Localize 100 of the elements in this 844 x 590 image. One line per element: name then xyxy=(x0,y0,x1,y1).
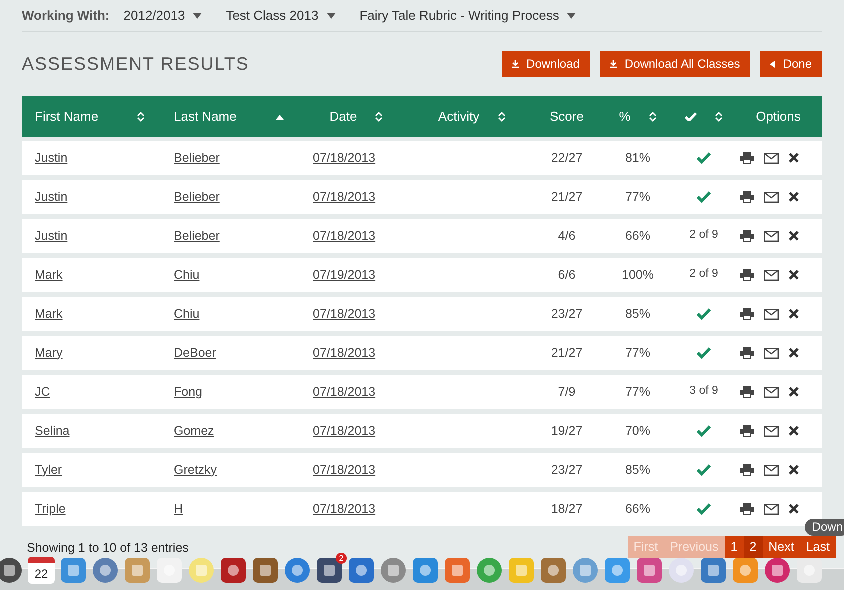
last-name-link[interactable]: H xyxy=(174,502,184,516)
date-link[interactable]: 07/18/2013 xyxy=(313,306,376,321)
date-link[interactable]: 07/18/2013 xyxy=(313,150,376,165)
column-header[interactable]: Score xyxy=(550,106,584,126)
mail-icon[interactable] xyxy=(764,152,779,164)
app-icon[interactable] xyxy=(764,557,791,584)
app-icon[interactable] xyxy=(636,557,663,584)
action-button[interactable]: Download xyxy=(502,51,590,77)
selector-dropdown[interactable]: Fairy Tale Rubric - Writing Process xyxy=(360,6,576,26)
print-icon[interactable] xyxy=(740,308,754,320)
mail-icon[interactable] xyxy=(764,464,779,476)
sort-icon[interactable] xyxy=(375,112,384,122)
mail-icon[interactable] xyxy=(764,270,779,280)
app-icon[interactable] xyxy=(252,557,279,584)
percent-cell: 70% xyxy=(625,424,651,438)
score-cell: 7/9 xyxy=(558,384,576,399)
print-icon[interactable] xyxy=(740,152,754,164)
last-name-link[interactable]: Chiu xyxy=(174,306,200,321)
first-name-link[interactable]: Triple xyxy=(35,502,66,516)
close-icon[interactable] xyxy=(789,504,799,514)
date-link[interactable]: 07/18/2013 xyxy=(313,424,376,438)
app-icon[interactable] xyxy=(284,557,311,584)
selector-dropdown[interactable]: Test Class 2013 xyxy=(226,6,336,26)
first-name-link[interactable]: JC xyxy=(35,384,50,399)
sort-icon[interactable] xyxy=(715,112,723,122)
mail-icon[interactable] xyxy=(764,386,779,398)
first-name-link[interactable]: Selina xyxy=(35,424,70,438)
print-icon[interactable] xyxy=(740,464,754,476)
sort-icon[interactable] xyxy=(498,112,506,122)
close-icon[interactable] xyxy=(789,465,799,475)
mail-icon[interactable] xyxy=(764,230,779,242)
last-name-link[interactable]: Belieber xyxy=(174,190,220,204)
last-name-link[interactable]: Belieber xyxy=(174,228,220,243)
score-cell: 22/27 xyxy=(551,150,583,165)
checkmark-icon xyxy=(697,191,711,203)
print-icon[interactable] xyxy=(740,503,754,515)
mail-icon[interactable] xyxy=(764,348,779,358)
first-name-link[interactable]: Mark xyxy=(35,268,63,282)
mail-icon[interactable] xyxy=(764,308,779,320)
action-button[interactable]: Download All Classes xyxy=(600,51,750,77)
date-link[interactable]: 07/18/2013 xyxy=(313,190,376,204)
close-icon[interactable] xyxy=(789,153,799,163)
last-name-link[interactable]: Belieber xyxy=(174,150,220,165)
app-icon[interactable] xyxy=(92,557,119,584)
last-name-link[interactable]: Gomez xyxy=(174,424,214,438)
print-icon[interactable] xyxy=(740,191,754,203)
mail-icon[interactable] xyxy=(764,426,779,436)
column-header[interactable]: Date xyxy=(330,106,358,126)
print-icon[interactable] xyxy=(740,386,754,398)
column-header[interactable]: Options xyxy=(756,106,801,126)
print-icon[interactable] xyxy=(740,230,754,242)
last-name-link[interactable]: Gretzky xyxy=(174,462,218,477)
app-icon[interactable] xyxy=(348,557,375,584)
selector-dropdown[interactable]: 2012/2013 xyxy=(124,6,202,26)
last-name-link[interactable]: Fong xyxy=(174,384,202,399)
date-link[interactable]: 07/19/2013 xyxy=(313,268,376,282)
first-name-link[interactable]: Mary xyxy=(35,346,63,360)
app-icon[interactable] xyxy=(732,557,759,584)
last-name-link[interactable]: Chiu xyxy=(174,268,200,282)
calendar-icon[interactable]: 22 xyxy=(28,557,55,584)
app-icon[interactable] xyxy=(540,557,567,584)
date-link[interactable]: 07/18/2013 xyxy=(313,346,376,360)
pagination-button[interactable]: Last xyxy=(800,536,836,558)
close-icon[interactable] xyxy=(789,387,799,397)
mail-icon[interactable] xyxy=(764,192,779,202)
first-name-link[interactable]: Tyler xyxy=(35,462,62,477)
column-header[interactable]: % xyxy=(619,106,631,126)
close-icon[interactable] xyxy=(789,426,799,436)
first-name-link[interactable]: Justin xyxy=(35,228,68,243)
close-icon[interactable] xyxy=(789,309,799,319)
sort-icon[interactable] xyxy=(137,112,145,122)
column-header[interactable]: Last Name xyxy=(174,106,237,126)
print-icon[interactable] xyxy=(740,425,754,437)
column-header[interactable]: First Name xyxy=(35,106,99,126)
close-icon[interactable] xyxy=(789,192,799,202)
first-name-link[interactable]: Mark xyxy=(35,306,63,321)
first-name-link[interactable]: Justin xyxy=(35,190,68,204)
date-link[interactable]: 07/18/2013 xyxy=(313,228,376,243)
print-icon[interactable] xyxy=(740,269,754,281)
pagination-button[interactable]: 1 xyxy=(724,536,744,558)
close-icon[interactable] xyxy=(789,231,799,241)
date-link[interactable]: 07/18/2013 xyxy=(313,462,376,477)
date-link[interactable]: 07/18/2013 xyxy=(313,502,376,516)
mail-icon[interactable] xyxy=(764,504,779,514)
date-link[interactable]: 07/18/2013 xyxy=(313,384,376,399)
action-button[interactable]: Done xyxy=(760,51,822,77)
app-icon[interactable] xyxy=(316,557,343,584)
app-icon[interactable] xyxy=(220,557,247,584)
close-icon[interactable] xyxy=(789,270,799,280)
app-icon[interactable] xyxy=(0,557,23,584)
app-icon[interactable] xyxy=(700,557,727,584)
pagination-button[interactable]: Next xyxy=(762,536,800,558)
first-name-link[interactable]: Justin xyxy=(35,150,68,165)
column-header[interactable]: Activity xyxy=(438,106,480,126)
pagination-button[interactable]: 2 xyxy=(744,536,763,558)
close-icon[interactable] xyxy=(789,348,799,358)
print-icon[interactable] xyxy=(740,347,754,359)
sort-icon[interactable] xyxy=(648,112,657,122)
sort-ascending-icon[interactable] xyxy=(276,114,284,120)
last-name-link[interactable]: DeBoer xyxy=(174,346,216,360)
